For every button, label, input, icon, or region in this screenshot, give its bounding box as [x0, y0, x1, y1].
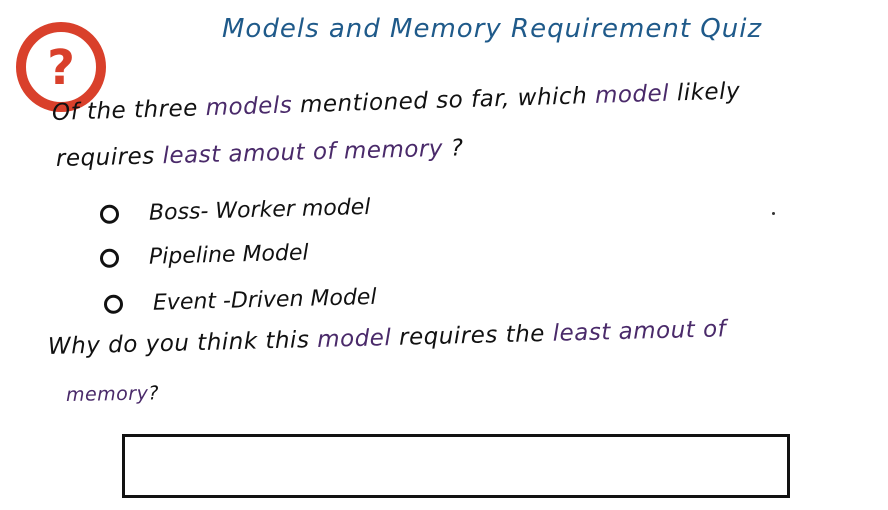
radio-pipeline[interactable]	[99, 248, 120, 268]
question-text: ?	[442, 135, 464, 162]
question-highlight: models	[205, 92, 293, 122]
question-text: requires	[55, 143, 163, 172]
option-event-driven[interactable]: Event -Driven Model	[103, 284, 377, 317]
option-boss-worker[interactable]: Boss- Worker model	[99, 194, 371, 227]
question-text: Of the three	[51, 95, 207, 126]
why-highlight: model	[316, 325, 392, 353]
answer-input[interactable]	[122, 434, 790, 498]
question-line-1: Of the three models mentioned so far, wh…	[52, 78, 741, 126]
option-label: Boss- Worker model	[148, 194, 371, 226]
radio-event-driven[interactable]	[103, 294, 124, 314]
option-label: Pipeline Model	[148, 240, 309, 270]
question-text: likely	[668, 78, 741, 107]
why-line-1: Why do you think this model requires the…	[48, 316, 727, 360]
why-text: Why do you think this	[47, 326, 318, 360]
why-text: ?	[148, 382, 160, 405]
question-text: mentioned so far, which	[291, 82, 596, 119]
stray-dot	[772, 212, 775, 215]
option-pipeline[interactable]: Pipeline Model	[99, 240, 309, 271]
radio-boss-worker[interactable]	[99, 204, 120, 224]
quiz-page: ? Models and Memory Requirement Quiz Of …	[0, 0, 888, 510]
quiz-title: Models and Memory Requirement Quiz	[222, 14, 763, 44]
question-line-2: requires least amout of memory ?	[56, 135, 464, 172]
why-line-2: memory?	[66, 382, 159, 406]
question-mark-glyph: ?	[47, 40, 75, 96]
why-highlight: memory	[65, 382, 149, 406]
question-highlight: least amout of memory	[162, 135, 444, 170]
why-text: requires the	[390, 320, 554, 352]
question-highlight: model	[594, 80, 670, 109]
why-highlight: least amout of	[552, 316, 727, 347]
option-label: Event -Driven Model	[152, 284, 377, 316]
